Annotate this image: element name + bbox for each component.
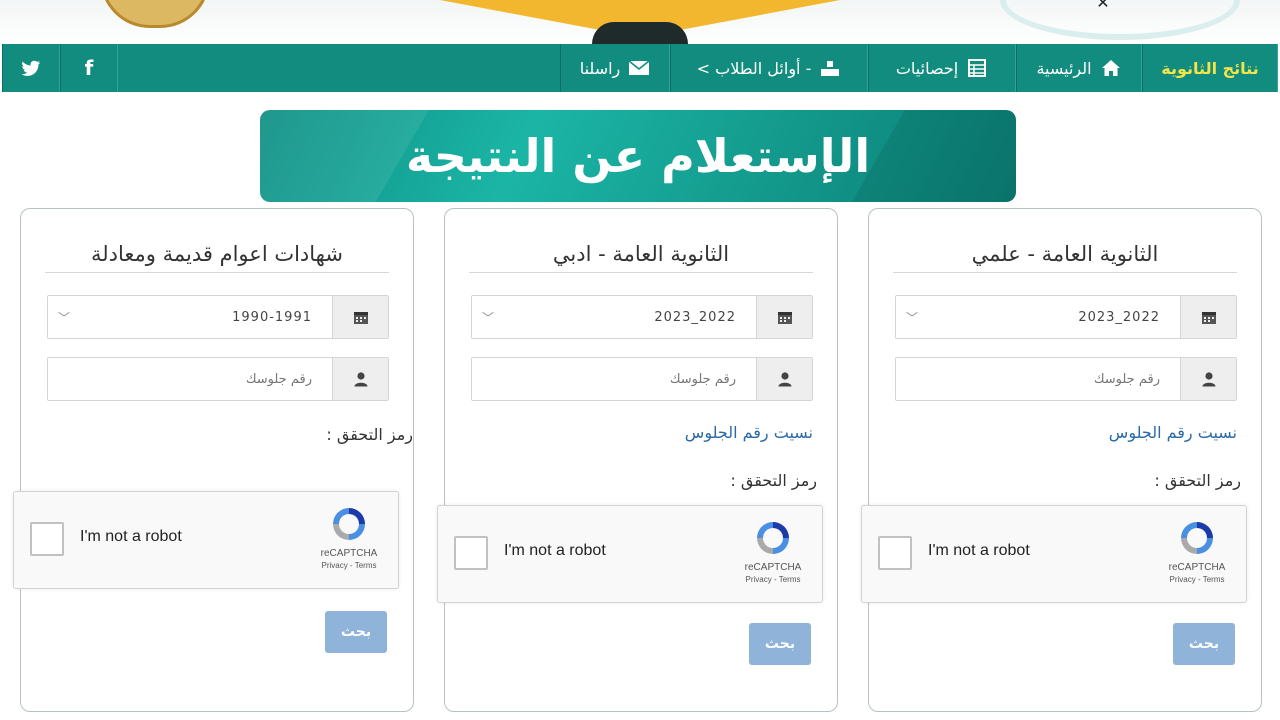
nav-item-top-students[interactable]: < أوائل الطلاب - bbox=[670, 44, 868, 92]
search-button[interactable]: بحث bbox=[325, 611, 387, 653]
seat-number-input[interactable] bbox=[482, 371, 736, 387]
recaptcha-checkbox[interactable] bbox=[454, 536, 488, 570]
close-icon[interactable]: ✕ bbox=[1092, 0, 1114, 11]
recaptcha-icon bbox=[1175, 518, 1219, 558]
recaptcha-checkbox[interactable] bbox=[878, 536, 912, 570]
calendar-icon bbox=[756, 296, 812, 338]
recaptcha-checkbox[interactable] bbox=[30, 522, 64, 556]
user-icon bbox=[332, 358, 388, 400]
seat-number-input[interactable] bbox=[58, 371, 312, 387]
podium-icon bbox=[819, 57, 841, 79]
recaptcha-logo: reCAPTCHA Privacy - Terms bbox=[738, 518, 808, 592]
year-value: 1990-1991 bbox=[232, 309, 312, 325]
nav-item-contact[interactable]: راسلنا bbox=[560, 44, 670, 92]
verification-label: رمز التحقق : bbox=[730, 471, 817, 490]
forgot-seat-link[interactable]: نسيت رقم الجلوس bbox=[685, 423, 813, 442]
verification-label: رمز التحقق : bbox=[1154, 471, 1241, 490]
user-icon bbox=[756, 358, 812, 400]
main-nav: نتائج الثانوية الرئيسية إحصائيات < أوائل… bbox=[2, 44, 1278, 92]
recaptcha-label: I'm not a robot bbox=[928, 542, 1030, 559]
header-circle-decoration bbox=[1000, 0, 1240, 40]
recaptcha-terms[interactable]: Privacy - Terms bbox=[314, 561, 384, 570]
recaptcha-logo: reCAPTCHA Privacy - Terms bbox=[314, 504, 384, 578]
seat-number-field[interactable] bbox=[471, 357, 813, 401]
site-header: ✕ bbox=[0, 0, 1280, 44]
facebook-link[interactable]: f bbox=[60, 44, 118, 92]
seat-number-input[interactable] bbox=[906, 371, 1160, 387]
calendar-icon bbox=[1180, 296, 1236, 338]
card-scientific: الثانوية العامة - علمي ﹀ 2023_2022 نسيت … bbox=[861, 208, 1262, 712]
recaptcha-widget: I'm not a robot reCAPTCHA Privacy - Term… bbox=[861, 505, 1247, 603]
nav-brand-link[interactable]: نتائج الثانوية bbox=[1142, 44, 1278, 92]
twitter-icon bbox=[20, 57, 42, 79]
year-select[interactable]: ﹀ 2023_2022 bbox=[895, 295, 1237, 339]
year-value: 2023_2022 bbox=[1078, 309, 1160, 325]
year-value: 2023_2022 bbox=[654, 309, 736, 325]
nav-brand-label: نتائج الثانوية bbox=[1161, 58, 1259, 78]
recaptcha-brand: reCAPTCHA bbox=[320, 548, 378, 559]
forgot-seat-link[interactable]: نسيت رقم الجلوس bbox=[1109, 423, 1237, 442]
card-title: الثانوية العامة - ادبي bbox=[469, 237, 813, 273]
seat-number-field[interactable] bbox=[895, 357, 1237, 401]
search-button[interactable]: بحث bbox=[1173, 623, 1235, 665]
seat-number-field[interactable] bbox=[47, 357, 389, 401]
emblem-logo bbox=[100, 0, 210, 28]
recaptcha-icon bbox=[327, 504, 371, 544]
nav-contact-label: راسلنا bbox=[579, 58, 621, 78]
facebook-icon: f bbox=[84, 56, 94, 80]
card-old-certificates: شهادات اعوام قديمة ومعادلة ﹀ 1990-1991 ر… bbox=[13, 208, 414, 712]
nav-home-label: الرئيسية bbox=[1036, 58, 1092, 78]
recaptcha-label: I'm not a robot bbox=[80, 528, 182, 545]
chevron-down-icon: ﹀ bbox=[482, 310, 496, 325]
home-icon bbox=[1100, 57, 1122, 79]
title-banner: الإستعلام عن النتيجة bbox=[260, 110, 1016, 202]
year-select[interactable]: ﹀ 2023_2022 bbox=[471, 295, 813, 339]
page-title: الإستعلام عن النتيجة bbox=[405, 129, 871, 183]
nav-item-home[interactable]: الرئيسية bbox=[1016, 44, 1142, 92]
recaptcha-widget: I'm not a robot reCAPTCHA Privacy - Term… bbox=[13, 491, 399, 589]
calendar-icon bbox=[332, 296, 388, 338]
table-icon bbox=[966, 57, 988, 79]
chevron-down-icon: ﹀ bbox=[906, 310, 920, 325]
recaptcha-brand: reCAPTCHA bbox=[744, 562, 802, 573]
verification-label: رمز التحقق : bbox=[326, 425, 413, 444]
search-button[interactable]: بحث bbox=[749, 623, 811, 665]
recaptcha-terms[interactable]: Privacy - Terms bbox=[738, 575, 808, 584]
twitter-link[interactable] bbox=[2, 44, 60, 92]
card-title: الثانوية العامة - علمي bbox=[893, 237, 1237, 273]
user-icon bbox=[1180, 358, 1236, 400]
recaptcha-terms[interactable]: Privacy - Terms bbox=[1162, 575, 1232, 584]
nav-stats-label: إحصائيات bbox=[895, 58, 959, 78]
header-dark-decoration bbox=[592, 22, 688, 44]
card-literary: الثانوية العامة - ادبي ﹀ 2023_2022 نسيت … bbox=[437, 208, 838, 712]
recaptcha-logo: reCAPTCHA Privacy - Terms bbox=[1162, 518, 1232, 592]
recaptcha-icon bbox=[751, 518, 795, 558]
nav-top-label: < أوائل الطلاب - bbox=[696, 58, 812, 78]
card-title: شهادات اعوام قديمة ومعادلة bbox=[45, 237, 389, 273]
recaptcha-widget: I'm not a robot reCAPTCHA Privacy - Term… bbox=[437, 505, 823, 603]
year-select[interactable]: ﹀ 1990-1991 bbox=[47, 295, 389, 339]
recaptcha-label: I'm not a robot bbox=[504, 542, 606, 559]
envelope-icon bbox=[628, 57, 650, 79]
recaptcha-brand: reCAPTCHA bbox=[1168, 562, 1226, 573]
nav-item-stats[interactable]: إحصائيات bbox=[868, 44, 1016, 92]
chevron-down-icon: ﹀ bbox=[58, 310, 72, 325]
